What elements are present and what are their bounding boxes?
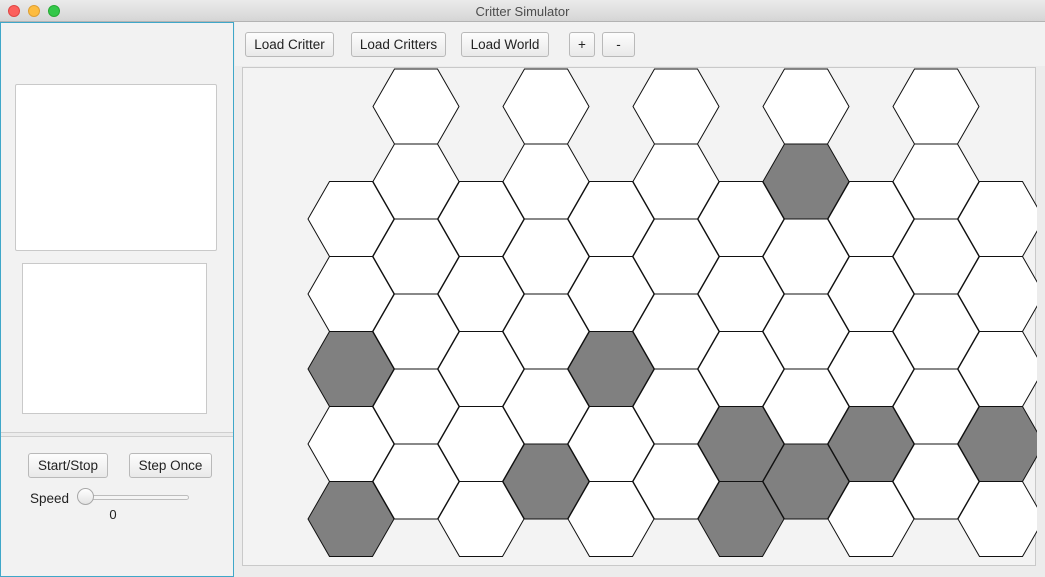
speed-value: 0 (109, 507, 117, 522)
title-bar: Critter Simulator (0, 0, 1045, 22)
left-panel: Start/Stop Step Once Speed 0 (0, 22, 234, 577)
hex-cell-empty[interactable] (372, 68, 460, 145)
load-critters-button[interactable]: Load Critters (351, 32, 446, 57)
critter-info-box[interactable] (15, 84, 217, 251)
speed-label: Speed (30, 491, 70, 506)
load-critter-button[interactable]: Load Critter (245, 32, 334, 57)
hex-cell-empty[interactable] (502, 68, 590, 145)
window-title: Critter Simulator (475, 4, 570, 19)
zoom-in-button[interactable]: + (569, 32, 595, 57)
hex-cell-empty[interactable] (892, 68, 980, 145)
hex-cell-empty[interactable] (632, 68, 720, 145)
step-once-button[interactable]: Step Once (129, 453, 212, 478)
panel-divider[interactable] (1, 432, 233, 437)
load-world-button[interactable]: Load World (461, 32, 549, 57)
hex-grid[interactable] (243, 68, 1037, 567)
hex-cell-empty[interactable] (762, 68, 850, 145)
world-view[interactable] (242, 67, 1037, 567)
zoom-out-button[interactable]: - (602, 32, 635, 57)
speed-slider-track[interactable] (81, 495, 189, 500)
start-stop-button[interactable]: Start/Stop (28, 453, 108, 478)
speed-slider-thumb[interactable] (77, 488, 94, 505)
hex-info-box[interactable] (22, 263, 207, 414)
